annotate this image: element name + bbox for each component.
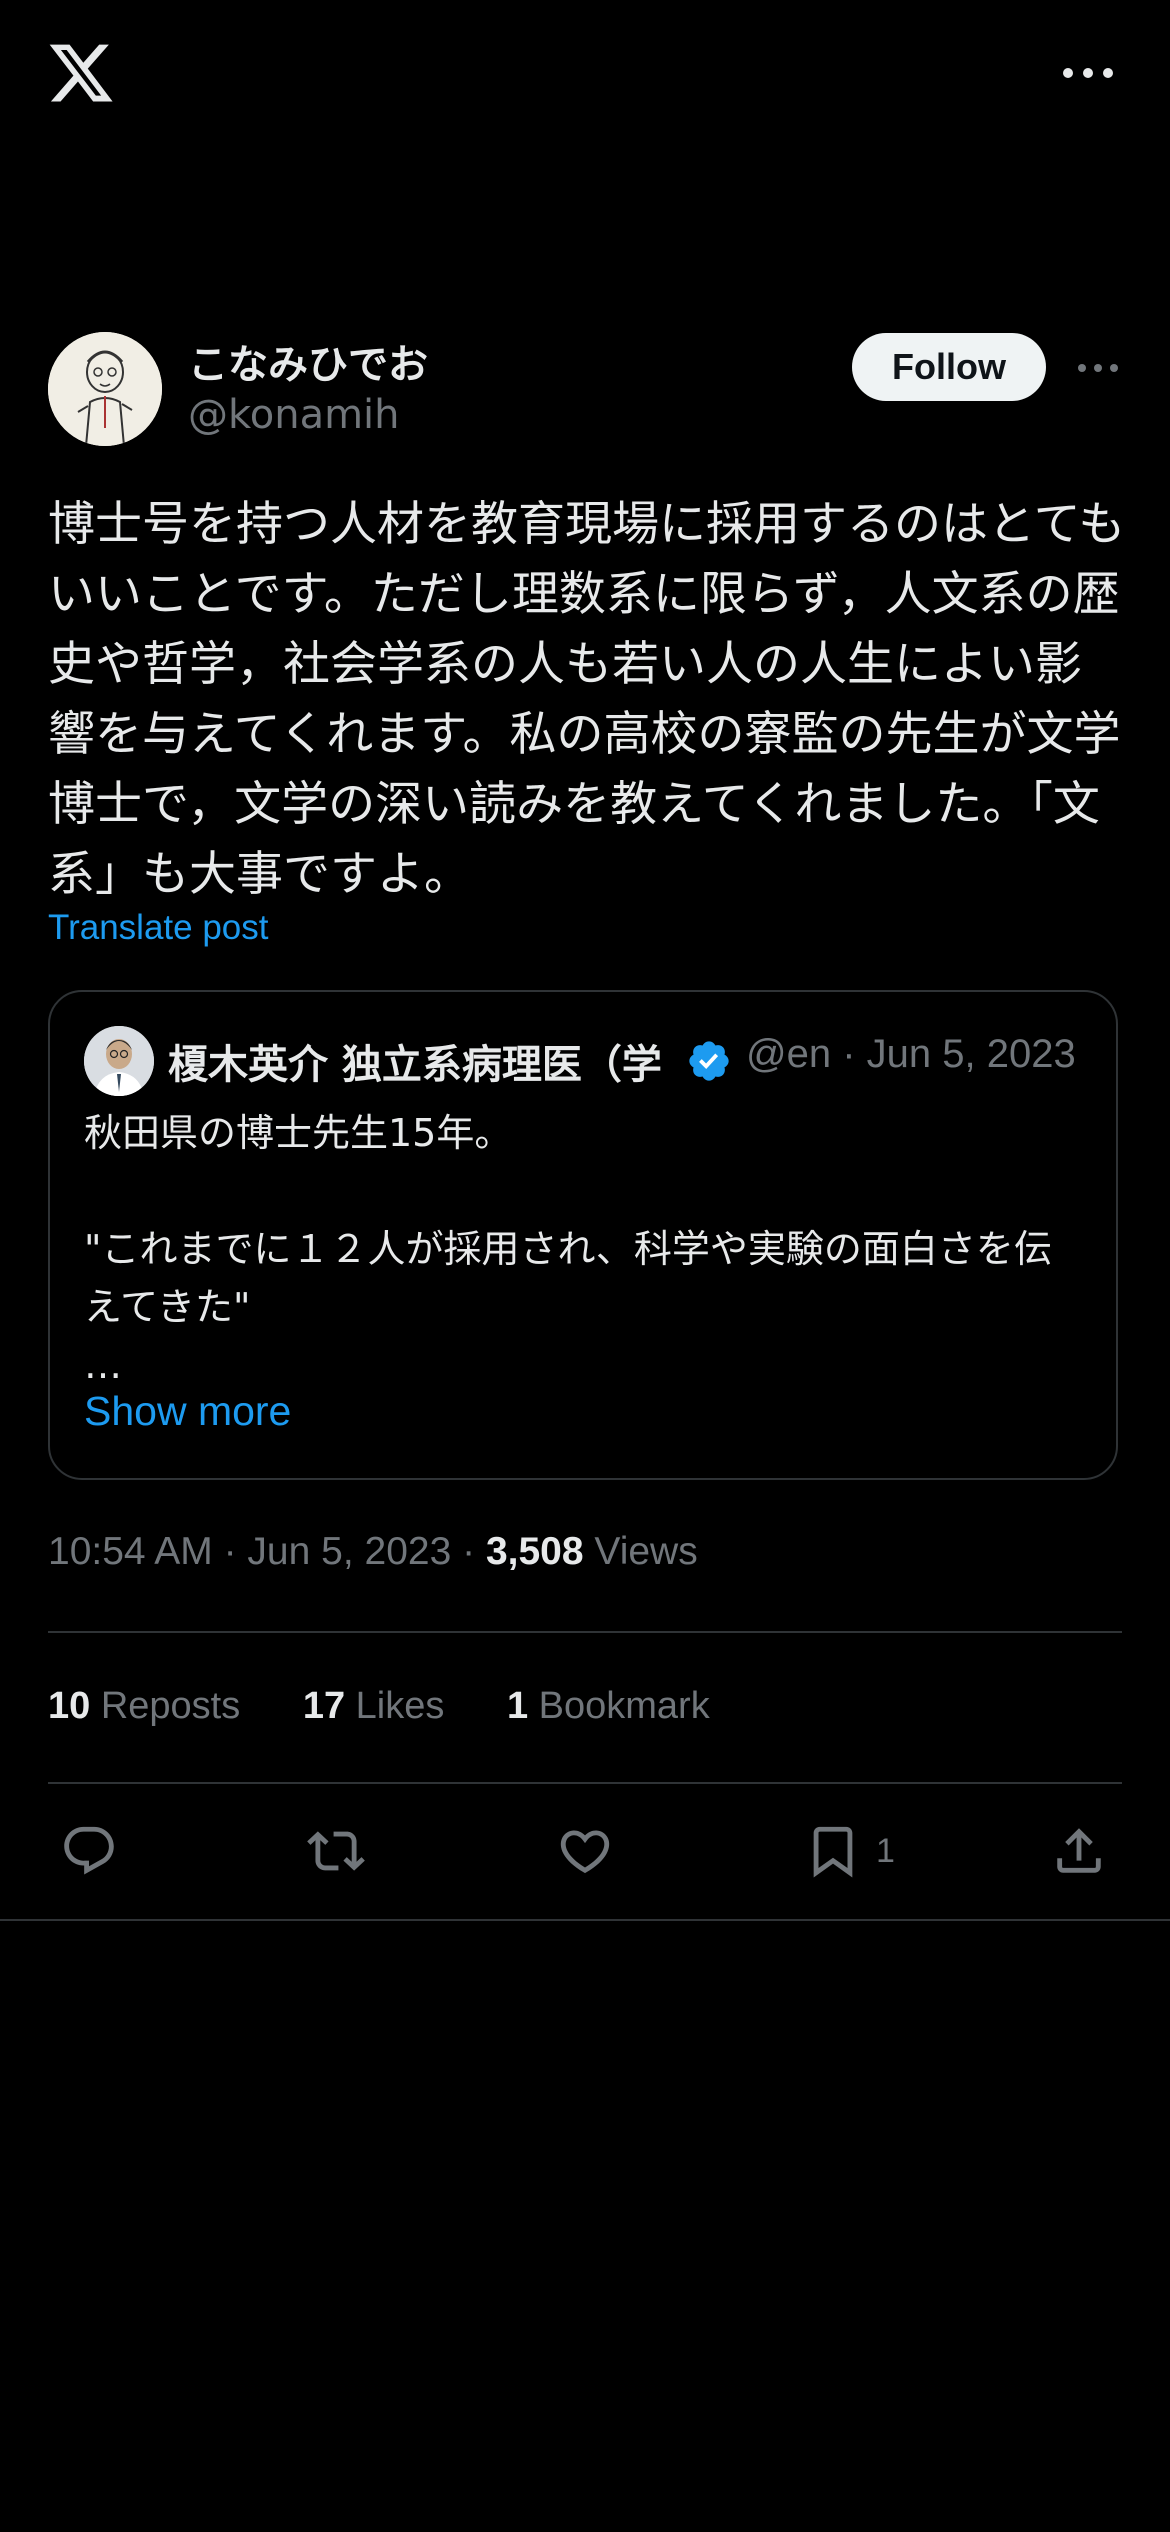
bookmark-count: 1 xyxy=(876,1831,895,1870)
repost-button[interactable] xyxy=(307,1815,365,1887)
avatar-caricature-icon xyxy=(48,332,162,446)
post-timestamp[interactable]: 10:54 AM · Jun 5, 2023 · xyxy=(48,1530,486,1573)
reply-button[interactable] xyxy=(60,1815,118,1887)
action-bar: 1 xyxy=(0,1815,1170,1887)
show-more-link[interactable]: Show more xyxy=(84,1388,291,1435)
bookmarks-stat[interactable]: 1 Bookmark xyxy=(507,1685,710,1728)
likes-count: 17 xyxy=(302,1685,346,1727)
views-count: 3,508 xyxy=(485,1530,584,1573)
quoted-author-name: 榎木英介 独立系病理医（学 xyxy=(168,1042,662,1088)
views-label: Views xyxy=(583,1530,698,1573)
bookmark-button[interactable]: 1 xyxy=(804,1815,895,1887)
quoted-author-avatar xyxy=(84,1026,154,1096)
divider xyxy=(0,1919,1170,1921)
more-horizontal-icon[interactable] xyxy=(1060,58,1116,88)
author-handle[interactable]: @konamih xyxy=(188,392,400,438)
author-avatar[interactable] xyxy=(48,332,162,446)
likes-stat[interactable]: 17 Likes xyxy=(303,1685,445,1728)
reposts-label: Reposts xyxy=(90,1685,241,1727)
quoted-text: 秋田県の博士先生15年。 "これまでに１２人が採用され、科学や実験の面白さを伝え… xyxy=(84,1111,1052,1387)
reposts-count: 10 xyxy=(48,1685,91,1727)
top-bar xyxy=(0,0,1170,150)
post-more-icon[interactable] xyxy=(1076,356,1120,380)
quoted-handle-date: @en · Jun 5, 2023 xyxy=(746,1032,1076,1076)
share-button[interactable] xyxy=(1050,1815,1108,1887)
translate-post-link[interactable]: Translate post xyxy=(48,908,268,948)
heart-icon xyxy=(560,1830,610,1874)
likes-label: Likes xyxy=(345,1685,445,1727)
like-button[interactable] xyxy=(556,1815,614,1887)
quoted-post[interactable]: 榎木英介 独立系病理医（学 @en · Jun 5, 2023 秋田県の博士先生… xyxy=(48,990,1118,1480)
bookmarks-label: Bookmark xyxy=(528,1685,710,1727)
author-display-name[interactable]: こなみひでお xyxy=(188,332,428,390)
engagement-stats: 10 Reposts 17 Likes 1 Bookmark xyxy=(48,1685,762,1728)
divider xyxy=(48,1782,1122,1784)
quoted-avatar-icon xyxy=(84,1026,154,1096)
follow-button[interactable]: Follow xyxy=(852,333,1046,401)
verified-badge-icon xyxy=(689,1041,729,1081)
reply-icon xyxy=(64,1826,114,1875)
post-meta: 10:54 AM · Jun 5, 2023 · 3,508 Views xyxy=(48,1530,698,1574)
repost-icon xyxy=(307,1831,365,1871)
bookmark-icon xyxy=(813,1826,853,1878)
divider xyxy=(48,1631,1122,1633)
share-icon xyxy=(1057,1828,1101,1873)
bookmarks-count: 1 xyxy=(506,1685,529,1727)
x-logo-icon[interactable] xyxy=(46,38,116,108)
reposts-stat[interactable]: 10 Reposts xyxy=(48,1685,240,1728)
post-text: 博士号を持つ人材を教育現場に採用するのはとてもいいことです。ただし理数系に限らず… xyxy=(48,497,1126,902)
